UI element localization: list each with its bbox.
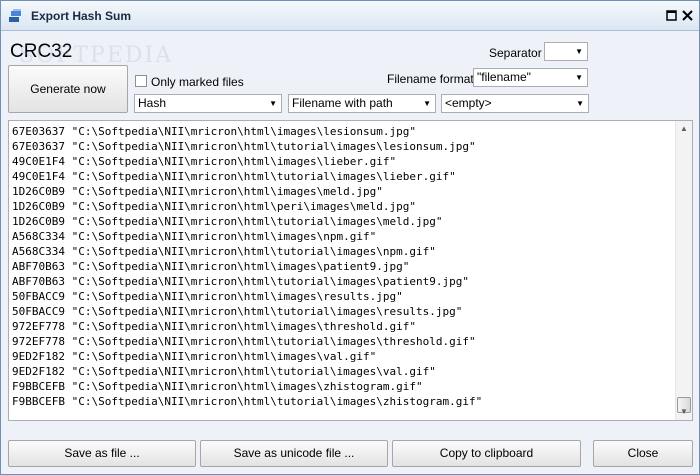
separator-label: Separator <box>489 46 542 60</box>
title-bar[interactable]: Export Hash Sum <box>1 1 699 31</box>
filename-column-select[interactable]: Filename with path ▼ <box>288 94 436 113</box>
extra-column-value: <empty> <box>445 96 492 110</box>
filename-column-value: Filename with path <box>292 96 393 110</box>
export-hash-sum-window: Export Hash Sum CRC32 SOFTPEDIA Generate… <box>0 0 700 475</box>
separator-select[interactable]: ▼ <box>544 42 588 61</box>
maximize-icon[interactable] <box>665 9 678 22</box>
hash-output-line: 49C0E1F4 "C:\Softpedia\NII\mricron\html\… <box>12 170 456 183</box>
hash-output-line: 50FBACC9 "C:\Softpedia\NII\mricron\html\… <box>12 290 403 303</box>
hash-output-line: 1D26C0B9 "C:\Softpedia\NII\mricron\html\… <box>12 185 383 198</box>
hash-output-line: 49C0E1F4 "C:\Softpedia\NII\mricron\html\… <box>12 155 397 168</box>
vertical-scrollbar[interactable]: ▲ ▼ <box>675 121 692 420</box>
hash-output-line: 1D26C0B9 "C:\Softpedia\NII\mricron\html\… <box>12 215 443 228</box>
scroll-up-icon[interactable]: ▲ <box>676 121 692 137</box>
hash-output-line: F9BBCEFB "C:\Softpedia\NII\mricron\html\… <box>12 395 483 408</box>
hash-output-line: 67E03637 "C:\Softpedia\NII\mricron\html\… <box>12 125 416 138</box>
chevron-down-icon: ▼ <box>269 99 277 108</box>
hash-column-select[interactable]: Hash ▼ <box>134 94 282 113</box>
hash-output-line: 972EF778 "C:\Softpedia\NII\mricron\html\… <box>12 335 476 348</box>
only-marked-label: Only marked files <box>151 75 244 89</box>
window-title: Export Hash Sum <box>31 9 132 23</box>
hash-output-line: 50FBACC9 "C:\Softpedia\NII\mricron\html\… <box>12 305 463 318</box>
chevron-down-icon: ▼ <box>576 99 584 108</box>
hash-output-lines: 67E03637 "C:\Softpedia\NII\mricron\html\… <box>12 124 482 409</box>
hash-output-line: 1D26C0B9 "C:\Softpedia\NII\mricron\html\… <box>12 200 416 213</box>
hash-output-line: 67E03637 "C:\Softpedia\NII\mricron\html\… <box>12 140 476 153</box>
hash-output-line: 9ED2F182 "C:\Softpedia\NII\mricron\html\… <box>12 350 377 363</box>
filename-format-select[interactable]: "filename" ▼ <box>473 68 588 87</box>
hash-output-line: A568C334 "C:\Softpedia\NII\mricron\html\… <box>12 245 436 258</box>
hash-type-title: CRC32 <box>10 41 73 62</box>
close-icon[interactable] <box>681 9 694 22</box>
hash-column-value: Hash <box>138 96 167 110</box>
hash-output-line: A568C334 "C:\Softpedia\NII\mricron\html\… <box>12 230 377 243</box>
only-marked-checkbox[interactable] <box>135 75 147 87</box>
hash-output-line: 9ED2F182 "C:\Softpedia\NII\mricron\html\… <box>12 365 436 378</box>
close-button[interactable]: Close <box>593 440 693 467</box>
generate-now-button[interactable]: Generate now <box>8 65 128 113</box>
chevron-down-icon: ▼ <box>575 73 583 82</box>
hash-output-line: ABF70B63 "C:\Softpedia\NII\mricron\html\… <box>12 260 410 273</box>
save-as-file-button[interactable]: Save as file ... <box>8 440 196 467</box>
filename-format-label: Filename format <box>387 72 474 86</box>
hash-output-line: 972EF778 "C:\Softpedia\NII\mricron\html\… <box>12 320 416 333</box>
filename-format-value: "filename" <box>477 70 531 84</box>
save-as-unicode-button[interactable]: Save as unicode file ... <box>200 440 388 467</box>
hash-output-textarea[interactable]: 67E03637 "C:\Softpedia\NII\mricron\html\… <box>8 120 693 421</box>
chevron-down-icon: ▼ <box>575 47 583 56</box>
scroll-down-icon[interactable]: ▼ <box>676 404 692 420</box>
hash-output-line: F9BBCEFB "C:\Softpedia\NII\mricron\html\… <box>12 380 423 393</box>
chevron-down-icon: ▼ <box>423 99 431 108</box>
hash-output-line: ABF70B63 "C:\Softpedia\NII\mricron\html\… <box>12 275 469 288</box>
app-icon <box>8 8 24 24</box>
extra-column-select[interactable]: <empty> ▼ <box>441 94 589 113</box>
copy-to-clipboard-button[interactable]: Copy to clipboard <box>392 440 581 467</box>
